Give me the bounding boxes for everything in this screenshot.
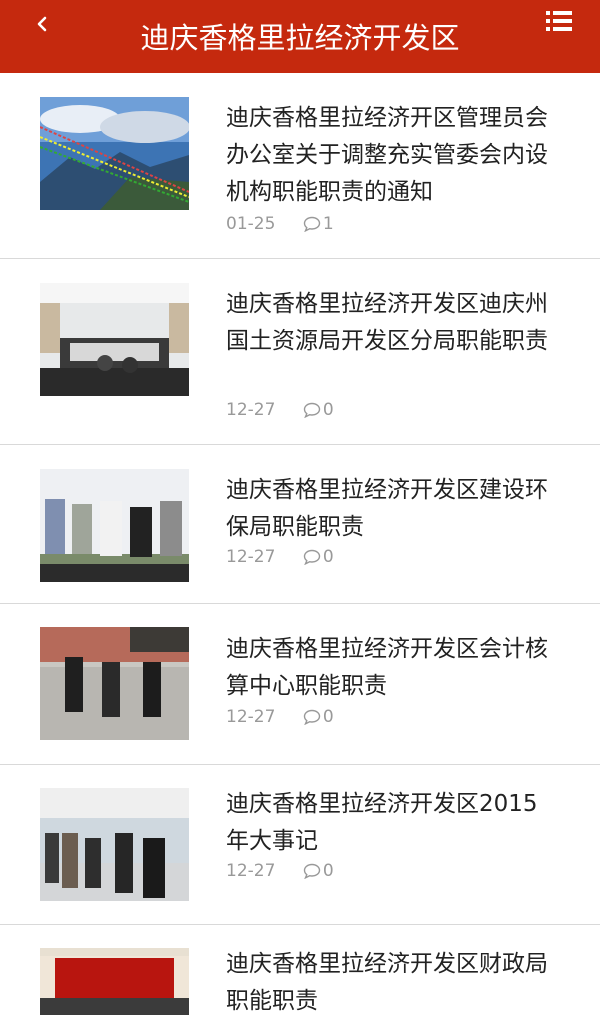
list-item[interactable]: 迪庆香格里拉经济开发区财政局职能职责 bbox=[0, 925, 600, 1015]
article-title[interactable]: 迪庆香格里拉经济开发区迪庆州国土资源局开发区分局职能职责 bbox=[226, 286, 556, 360]
article-thumbnail[interactable] bbox=[40, 948, 189, 1015]
comment-count: 1 bbox=[303, 212, 334, 236]
article-title[interactable]: 迪庆香格里拉经济开区管理员会办公室关于调整充实管委会内设机构职能职责的通知 bbox=[226, 100, 556, 211]
comment-count: 0 bbox=[303, 859, 334, 883]
menu-button[interactable] bbox=[546, 10, 572, 32]
list-item[interactable]: 迪庆香格里拉经济开发区2015年大事记 12-27 0 bbox=[0, 765, 600, 925]
comment-count-value: 0 bbox=[322, 861, 334, 881]
list-item[interactable]: 迪庆香格里拉经济开发区迪庆州国土资源局开发区分局职能职责 12-27 0 bbox=[0, 259, 600, 445]
article-thumbnail[interactable] bbox=[40, 469, 189, 582]
list-item[interactable]: 迪庆香格里拉经济开发区建设环保局职能职责 12-27 0 bbox=[0, 445, 600, 604]
app-header: 迪庆香格里拉经济开发区 bbox=[0, 0, 600, 73]
article-meta: 12-27 0 bbox=[226, 398, 334, 422]
article-date: 12-27 bbox=[226, 861, 276, 881]
article-date: 01-25 bbox=[226, 214, 276, 234]
comment-count-value: 0 bbox=[322, 707, 334, 727]
article-title[interactable]: 迪庆香格里拉经济开发区财政局职能职责 bbox=[226, 946, 556, 1015]
article-meta: 12-27 0 bbox=[226, 705, 334, 729]
comment-count: 0 bbox=[303, 545, 334, 569]
article-thumbnail[interactable] bbox=[40, 97, 189, 210]
article-title[interactable]: 迪庆香格里拉经济开发区会计核算中心职能职责 bbox=[226, 631, 556, 705]
list-icon bbox=[546, 11, 572, 31]
article-meta: 12-27 0 bbox=[226, 859, 334, 883]
comment-count-value: 0 bbox=[322, 400, 334, 420]
comment-icon bbox=[303, 216, 321, 233]
article-date: 12-27 bbox=[226, 547, 276, 567]
list-item[interactable]: 迪庆香格里拉经济开发区会计核算中心职能职责 12-27 0 bbox=[0, 604, 600, 765]
article-title[interactable]: 迪庆香格里拉经济开发区建设环保局职能职责 bbox=[226, 472, 556, 546]
article-list: 迪庆香格里拉经济开区管理员会办公室关于调整充实管委会内设机构职能职责的通知 01… bbox=[0, 73, 600, 1015]
comment-count: 0 bbox=[303, 705, 334, 729]
article-thumbnail[interactable] bbox=[40, 283, 189, 396]
article-title[interactable]: 迪庆香格里拉经济开发区2015年大事记 bbox=[226, 786, 556, 860]
list-item[interactable]: 迪庆香格里拉经济开区管理员会办公室关于调整充实管委会内设机构职能职责的通知 01… bbox=[0, 73, 600, 259]
comment-icon bbox=[303, 709, 321, 726]
comment-icon bbox=[303, 402, 321, 419]
article-thumbnail[interactable] bbox=[40, 627, 189, 740]
comment-count-value: 1 bbox=[322, 214, 334, 234]
article-meta: 12-27 0 bbox=[226, 545, 334, 569]
article-date: 12-27 bbox=[226, 707, 276, 727]
article-meta: 01-25 1 bbox=[226, 212, 334, 236]
article-date: 12-27 bbox=[226, 400, 276, 420]
comment-icon bbox=[303, 863, 321, 880]
comment-count-value: 0 bbox=[322, 547, 334, 567]
comment-count: 0 bbox=[303, 398, 334, 422]
comment-icon bbox=[303, 549, 321, 566]
article-thumbnail[interactable] bbox=[40, 788, 189, 901]
page-title: 迪庆香格里拉经济开发区 bbox=[140, 21, 460, 55]
